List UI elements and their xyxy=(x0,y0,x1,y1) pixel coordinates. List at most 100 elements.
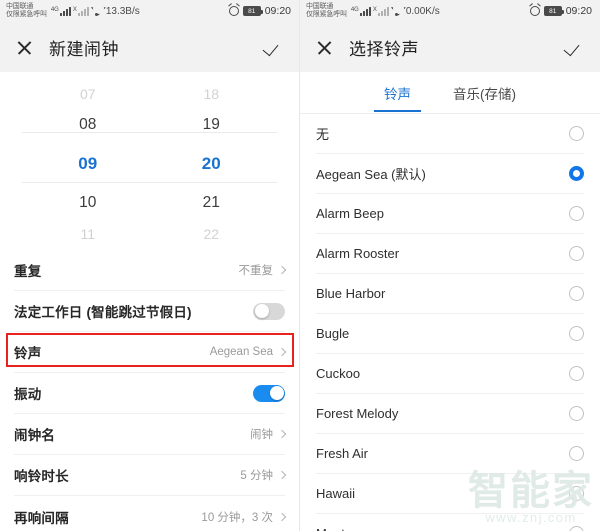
row-value-text: Aegean Sea xyxy=(209,346,273,358)
list-item[interactable]: Meet xyxy=(316,514,584,531)
row-value: Aegean Sea xyxy=(209,346,287,358)
list-item[interactable]: Aegean Sea (默认) xyxy=(316,154,584,194)
status-time: 09:20 xyxy=(264,5,291,17)
carrier-status: 仅限紧急呼叫 xyxy=(6,11,47,18)
network-speed: 0.00K/s xyxy=(405,5,440,17)
vibrate-toggle[interactable] xyxy=(253,384,285,402)
network-type-label: 4G xyxy=(350,6,359,13)
app-bar: 新建闹钟 xyxy=(0,22,299,72)
time-picker[interactable]: 07 08 09 10 11 18 19 20 21 22 xyxy=(0,72,299,250)
signal-bars-icon xyxy=(359,6,371,16)
row-value-text: 10 分钟，3 次 xyxy=(201,511,273,524)
radio-icon[interactable] xyxy=(569,286,584,301)
ringtone-label: Fresh Air xyxy=(316,446,369,461)
ringtone-label: Hawaii xyxy=(316,486,356,501)
close-icon[interactable] xyxy=(316,39,333,56)
list-item[interactable]: Hawaii xyxy=(316,474,584,514)
radio-icon-selected[interactable] xyxy=(569,166,584,181)
list-item[interactable]: Alarm Beep xyxy=(316,194,584,234)
battery-icon: 81 xyxy=(242,6,263,16)
list-item[interactable]: Forest Melody xyxy=(316,394,584,434)
radio-icon[interactable] xyxy=(569,366,584,381)
radio-icon[interactable] xyxy=(569,126,584,141)
network-speed: 13.3B/s xyxy=(105,5,140,17)
ringtone-label: Alarm Beep xyxy=(316,206,384,221)
check-icon[interactable] xyxy=(265,41,283,53)
radio-icon[interactable] xyxy=(569,326,584,341)
status-time: 09:20 xyxy=(565,5,592,17)
ringtone-list: 无 Aegean Sea (默认) Alarm Beep Alarm Roost… xyxy=(300,114,600,531)
ringtone-label: Alarm Rooster xyxy=(316,246,400,261)
picker-divider-top xyxy=(22,132,277,133)
workday-toggle[interactable] xyxy=(253,302,285,320)
alarm-clock-icon xyxy=(529,6,540,16)
list-item[interactable]: 无 xyxy=(316,114,584,154)
setting-row-repeat[interactable]: 重复 不重复 xyxy=(14,250,287,291)
wifi-icon xyxy=(391,7,402,16)
row-value-text: 不重复 xyxy=(238,265,274,277)
ringtone-label: Forest Melody xyxy=(316,406,399,421)
picker-divider-bottom xyxy=(22,182,277,183)
hour-column[interactable]: 07 08 09 10 11 xyxy=(26,72,150,250)
tab-music-storage[interactable]: 音乐(存储) xyxy=(449,73,520,112)
signal-bars-icon xyxy=(59,6,71,16)
minute-column[interactable]: 18 19 20 21 22 xyxy=(150,72,274,250)
chevron-right-icon xyxy=(277,347,287,357)
list-item[interactable]: Bugle xyxy=(316,314,584,354)
chevron-right-icon xyxy=(277,265,287,275)
minute-option[interactable]: 22 xyxy=(150,219,274,250)
setting-row-vibrate[interactable]: 振动 xyxy=(14,373,285,414)
list-item[interactable]: Alarm Rooster xyxy=(316,234,584,274)
wifi-icon xyxy=(91,7,102,16)
alarm-clock-icon xyxy=(228,6,239,16)
radio-icon[interactable] xyxy=(569,246,584,261)
setting-row-ring-duration[interactable]: 响铃时长 5 分钟 xyxy=(14,455,287,496)
network-type-label: 4G xyxy=(50,6,59,13)
setting-row-workday[interactable]: 法定工作日 (智能跳过节假日) xyxy=(14,291,285,332)
signal-bars-secondary-icon xyxy=(377,6,389,16)
page-title: 新建闹钟 xyxy=(49,39,119,59)
check-icon[interactable] xyxy=(566,41,584,53)
hour-option[interactable]: 08 xyxy=(26,109,150,140)
radio-icon[interactable] xyxy=(569,406,584,421)
radio-icon[interactable] xyxy=(569,486,584,501)
setting-row-snooze-interval[interactable]: 再响间隔 10 分钟，3 次 xyxy=(14,496,287,531)
status-bar: 中国联通 仅限紧急呼叫 4G X 13.3B/s 81 09:20 xyxy=(0,0,299,22)
sim2-label: X xyxy=(72,6,77,13)
list-item[interactable]: Cuckoo xyxy=(316,354,584,394)
setting-row-ringtone[interactable]: 铃声 Aegean Sea xyxy=(14,332,287,373)
row-value: 5 分钟 xyxy=(240,467,287,483)
radio-icon[interactable] xyxy=(569,526,584,531)
hour-option[interactable]: 11 xyxy=(26,219,150,250)
radio-icon[interactable] xyxy=(569,446,584,461)
carrier-name: 中国联通 xyxy=(6,3,34,10)
close-icon[interactable] xyxy=(16,39,33,56)
right-screen-select-ringtone: 中国联通 仅限紧急呼叫 4G X 0.00K/s 81 09:20 选择铃声 铃… xyxy=(300,0,600,531)
minute-option-selected[interactable]: 20 xyxy=(150,140,274,187)
setting-row-alarm-name[interactable]: 闹钟名 闹钟 xyxy=(14,414,287,455)
radio-icon[interactable] xyxy=(569,206,584,221)
carrier-label: 中国联通 仅限紧急呼叫 xyxy=(6,3,47,19)
row-label: 再响间隔 xyxy=(14,510,69,526)
ringtone-label: Blue Harbor xyxy=(316,286,386,301)
list-item[interactable]: Blue Harbor xyxy=(316,274,584,314)
list-item[interactable]: Fresh Air xyxy=(316,434,584,474)
page-title: 选择铃声 xyxy=(349,39,419,59)
ringtone-label: Aegean Sea (默认) xyxy=(316,167,426,182)
minute-option[interactable]: 18 xyxy=(150,78,274,109)
hour-option[interactable]: 07 xyxy=(26,78,150,109)
dual-screenshot: 中国联通 仅限紧急呼叫 4G X 13.3B/s 81 09:20 新建闹钟 0… xyxy=(0,0,600,531)
row-label: 响铃时长 xyxy=(14,469,69,484)
tab-ringtone[interactable]: 铃声 xyxy=(374,73,421,112)
minute-option[interactable]: 19 xyxy=(150,109,274,140)
sim2-label: X xyxy=(372,6,377,13)
row-value: 闹钟 xyxy=(250,426,287,442)
status-icons: 4G X xyxy=(350,6,402,16)
minute-option[interactable]: 21 xyxy=(150,188,274,219)
ringtone-label: Meet xyxy=(316,526,345,531)
hour-option[interactable]: 10 xyxy=(26,188,150,219)
chevron-right-icon xyxy=(277,512,287,521)
status-bar: 中国联通 仅限紧急呼叫 4G X 0.00K/s 81 09:20 xyxy=(300,0,600,22)
hour-option-selected[interactable]: 09 xyxy=(26,140,150,187)
ringtone-tabs: 铃声 音乐(存储) xyxy=(300,72,600,114)
